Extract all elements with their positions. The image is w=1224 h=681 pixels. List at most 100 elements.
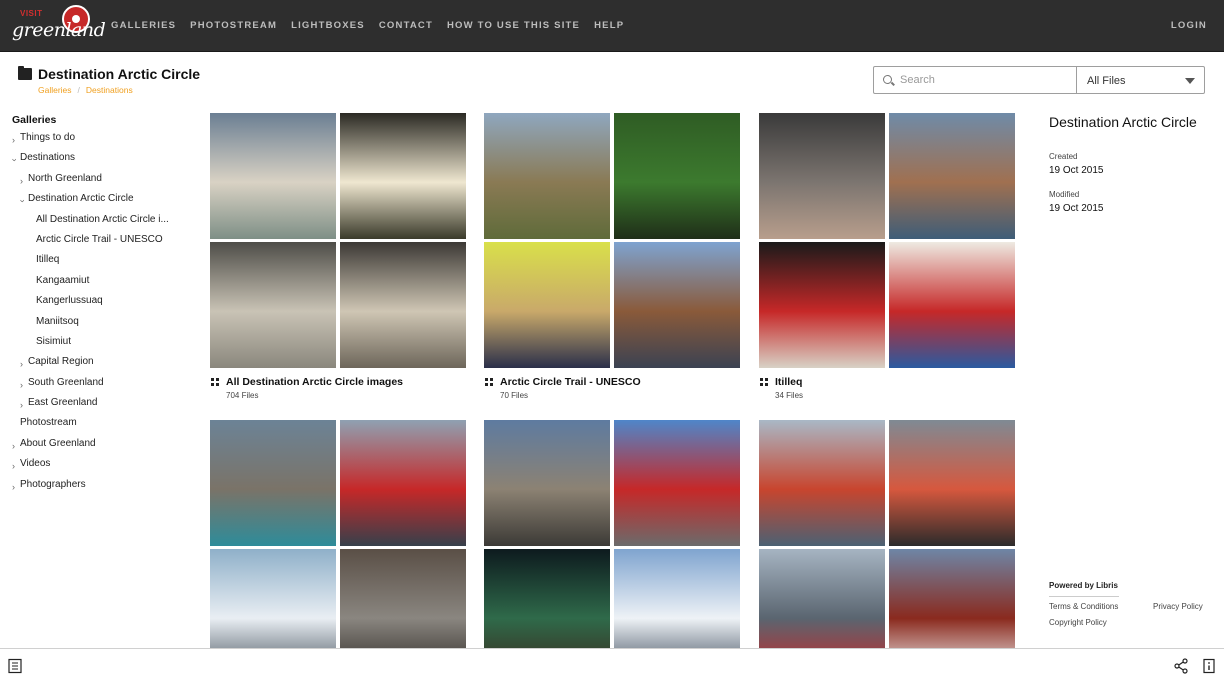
- file-filter-select[interactable]: All Files: [1076, 66, 1205, 94]
- sidebar-item[interactable]: › Photographers: [12, 479, 192, 499]
- chevron-right-icon[interactable]: ›: [12, 440, 15, 452]
- sidebar-item[interactable]: › North Greenland: [12, 173, 192, 193]
- gallery-thumbnail[interactable]: [484, 242, 610, 368]
- nav-how-to-use[interactable]: HOW TO USE THIS SITE: [447, 20, 580, 31]
- sidebar-item[interactable]: › About Greenland: [12, 438, 192, 458]
- sidebar-item[interactable]: Maniitsoq: [12, 316, 192, 336]
- visit-greenland-logo[interactable]: VISIT greenland: [12, 5, 106, 47]
- modified-value: 19 Oct 2015: [1049, 203, 1104, 214]
- sidebar-item-label: Arctic Circle Trail - UNESCO: [36, 233, 163, 245]
- gallery-thumbnail[interactable]: [759, 242, 885, 368]
- sidebar-item-label: Photostream: [20, 417, 77, 429]
- gallery-thumbnail[interactable]: [614, 242, 740, 368]
- privacy-link[interactable]: Privacy Policy: [1153, 602, 1203, 611]
- nav-photostream[interactable]: PHOTOSTREAM: [190, 20, 277, 31]
- nav-help[interactable]: HELP: [594, 20, 624, 31]
- gallery-caption[interactable]: Itilleq 34 Files: [759, 376, 1015, 406]
- sidebar-item-label: All Destination Arctic Circle i...: [36, 213, 169, 225]
- gallery-thumbnail[interactable]: [210, 242, 336, 368]
- sidebar-item[interactable]: Kangaamiut: [12, 275, 192, 295]
- share-icon[interactable]: [1173, 658, 1189, 674]
- sidebar-item[interactable]: All Destination Arctic Circle i...: [12, 214, 192, 234]
- gallery-thumbnail[interactable]: [210, 113, 336, 239]
- chevron-right-icon[interactable]: ›: [20, 358, 23, 370]
- caret-down-icon: [1185, 78, 1195, 84]
- grid-icon: [760, 378, 768, 386]
- gallery-file-count: 34 Files: [775, 391, 804, 400]
- gallery-file-count: 70 Files: [500, 391, 529, 400]
- sidebar-item[interactable]: › East Greenland: [12, 397, 192, 417]
- gallery-thumbnail-grid[interactable]: [484, 113, 740, 369]
- gallery-thumbnail[interactable]: [889, 113, 1015, 239]
- sidebar-item-label: Destinations: [20, 152, 76, 164]
- sidebar-item[interactable]: › Capital Region: [12, 356, 192, 376]
- login-link[interactable]: LOGIN: [1171, 20, 1207, 31]
- gallery-title[interactable]: Itilleq: [775, 376, 802, 388]
- gallery-title[interactable]: Arctic Circle Trail - UNESCO: [500, 376, 641, 388]
- chevron-right-icon[interactable]: ›: [12, 460, 15, 472]
- chevron-down-icon[interactable]: ‹: [16, 200, 28, 203]
- sidebar-item[interactable]: Sisimiut: [12, 336, 192, 356]
- gallery-thumbnail[interactable]: [614, 113, 740, 239]
- gallery-caption[interactable]: All Destination Arctic Circle images 704 …: [210, 376, 466, 406]
- gallery-thumbnail-grid[interactable]: [484, 420, 740, 676]
- nav-galleries[interactable]: GALLERIES: [111, 20, 176, 31]
- gallery-thumbnail[interactable]: [614, 420, 740, 546]
- sidebar-item[interactable]: Itilleq: [12, 254, 192, 274]
- chevron-right-icon[interactable]: ›: [12, 481, 15, 493]
- info-icon[interactable]: [1201, 658, 1217, 674]
- sidebar-item[interactable]: Arctic Circle Trail - UNESCO: [12, 234, 192, 254]
- sidebar-item[interactable]: › Things to do: [12, 132, 192, 152]
- sidebar-item[interactable]: › South Greenland: [12, 377, 192, 397]
- sidebar-item[interactable]: Photostream: [12, 417, 192, 437]
- gallery-card[interactable]: Arctic Circle Trail - UNESCO 70 Files: [484, 113, 740, 406]
- breadcrumb: Galleries / Destinations: [38, 85, 133, 95]
- gallery-thumbnail[interactable]: [889, 242, 1015, 368]
- chevron-right-icon[interactable]: ›: [20, 379, 23, 391]
- breadcrumb-galleries[interactable]: Galleries: [38, 85, 72, 95]
- sidebar-heading[interactable]: Galleries: [12, 114, 192, 126]
- sidebar-item[interactable]: ‹ Destinations: [9, 152, 192, 172]
- gallery-thumbnail[interactable]: [340, 113, 466, 239]
- gallery-thumbnail-grid[interactable]: [759, 420, 1015, 676]
- gallery-card[interactable]: [759, 420, 1015, 676]
- gallery-card[interactable]: All Destination Arctic Circle images 704 …: [210, 113, 466, 406]
- gallery-thumbnail-grid[interactable]: [210, 420, 466, 676]
- gallery-card[interactable]: [210, 420, 466, 676]
- sidebar-item[interactable]: Kangerlussuaq: [12, 295, 192, 315]
- main-nav: GALLERIES PHOTOSTREAM LIGHTBOXES CONTACT…: [111, 20, 638, 31]
- chevron-right-icon[interactable]: ›: [20, 399, 23, 411]
- terms-link[interactable]: Terms & Conditions: [1049, 602, 1118, 611]
- sidebar-item[interactable]: ‹ Destination Arctic Circle: [12, 193, 192, 213]
- sidebar-item[interactable]: › Videos: [12, 458, 192, 478]
- gallery-title[interactable]: All Destination Arctic Circle images: [226, 376, 403, 388]
- gallery-card[interactable]: Itilleq 34 Files: [759, 113, 1015, 406]
- gallery-card[interactable]: [484, 420, 740, 676]
- list-icon[interactable]: [7, 658, 23, 674]
- gallery-thumbnail[interactable]: [340, 420, 466, 546]
- search-icon: [883, 75, 892, 84]
- nav-lightboxes[interactable]: LIGHTBOXES: [291, 20, 365, 31]
- gallery-thumbnail-grid[interactable]: [759, 113, 1015, 369]
- breadcrumb-destinations[interactable]: Destinations: [86, 85, 133, 95]
- gallery-thumbnail[interactable]: [484, 113, 610, 239]
- gallery-caption[interactable]: Arctic Circle Trail - UNESCO 70 Files: [484, 376, 740, 406]
- chevron-right-icon[interactable]: ›: [12, 134, 15, 146]
- nav-contact[interactable]: CONTACT: [379, 20, 433, 31]
- chevron-down-icon[interactable]: ‹: [8, 159, 20, 162]
- gallery-thumbnail-grid[interactable]: [210, 113, 466, 369]
- gallery-thumbnail[interactable]: [340, 242, 466, 368]
- search-input[interactable]: [900, 72, 1070, 88]
- gallery-thumbnail[interactable]: [484, 420, 610, 546]
- copyright-link[interactable]: Copyright Policy: [1049, 618, 1107, 627]
- sidebar-item-label: East Greenland: [28, 397, 98, 409]
- search-box[interactable]: [873, 66, 1077, 94]
- modified-label: Modified: [1049, 190, 1080, 199]
- chevron-right-icon[interactable]: ›: [20, 175, 23, 187]
- powered-by[interactable]: Powered by Libris: [1049, 581, 1118, 590]
- gallery-thumbnail[interactable]: [889, 420, 1015, 546]
- file-filter-value: All Files: [1087, 75, 1126, 87]
- gallery-thumbnail[interactable]: [759, 113, 885, 239]
- gallery-thumbnail[interactable]: [210, 420, 336, 546]
- gallery-thumbnail[interactable]: [759, 420, 885, 546]
